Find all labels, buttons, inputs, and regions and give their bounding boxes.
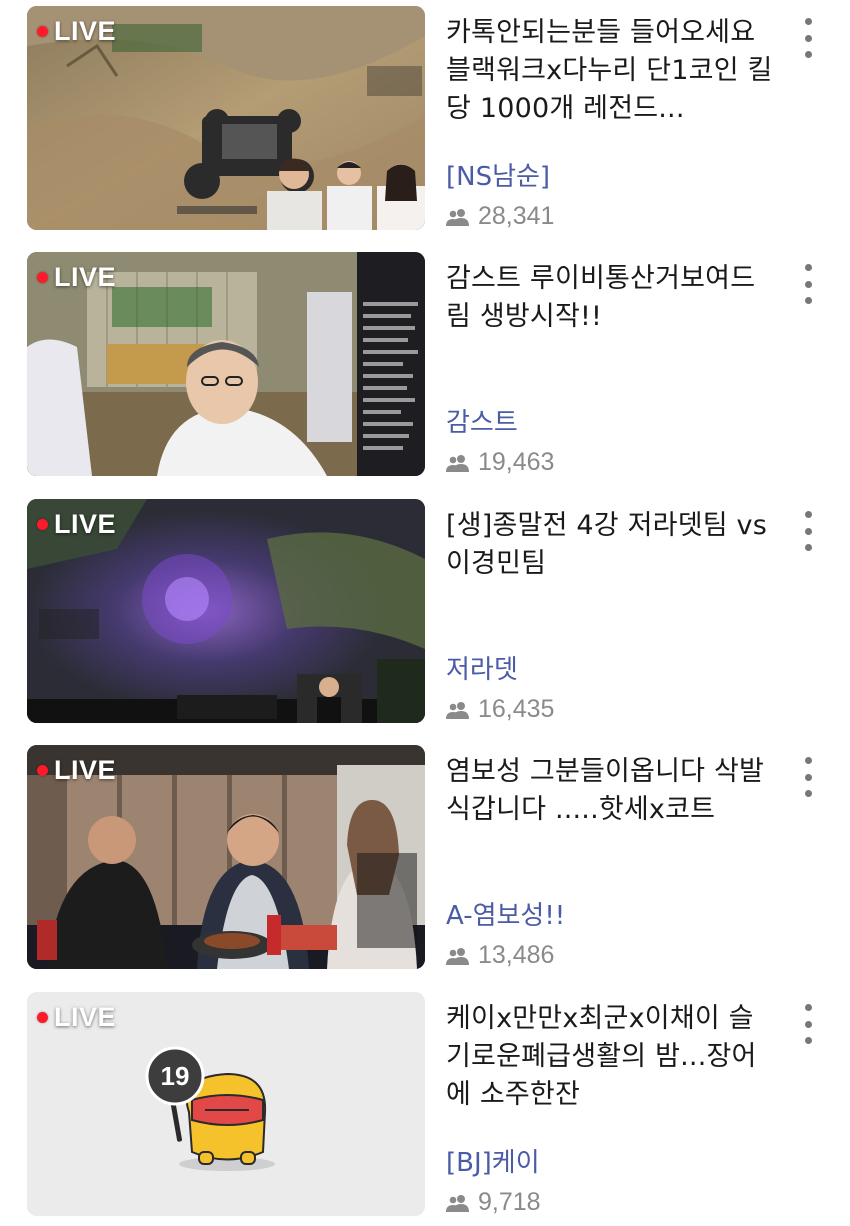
channel-name[interactable]: [BJ]케이 [446,1142,540,1179]
red-dot-icon [37,1012,48,1023]
viewer-count-value: 28,341 [478,202,555,230]
channel-name[interactable]: [NS남순] [446,156,550,193]
red-dot-icon [37,765,48,776]
viewer-count-value: 16,435 [478,695,555,723]
red-dot-icon [37,519,48,530]
more-vertical-icon[interactable] [796,1004,820,1044]
more-vertical-icon[interactable] [796,757,820,797]
more-vertical-icon[interactable] [796,264,820,304]
more-vertical-icon[interactable] [796,18,820,58]
red-dot-icon [37,272,48,283]
channel-name[interactable]: 감스트 [446,402,518,439]
live-label: LIVE [54,16,117,46]
viewer-count-value: 9,718 [478,1188,541,1216]
live-badge: LIVE [37,16,116,47]
live-badge: LIVE [37,755,116,786]
viewer-count-value: 13,486 [478,941,555,969]
people-icon [446,701,469,719]
people-icon [446,947,469,965]
live-badge: LIVE [37,509,116,540]
people-icon [446,208,469,226]
red-dot-icon [37,26,48,37]
live-label: LIVE [54,755,117,785]
people-icon [446,1194,469,1212]
channel-name[interactable]: 저라뎃 [446,649,518,686]
stream-item[interactable]: 19 LIVE 케이x만만x최군x이채이 슬기로운폐급생활의 밤...장어에 소… [0,992,850,1222]
live-badge: LIVE [37,262,116,293]
viewer-count: 13,486 [446,941,554,970]
stream-thumbnail[interactable]: LIVE [27,745,425,969]
viewer-count: 9,718 [446,1188,541,1217]
age-rating-badge: 19 [160,1061,190,1091]
viewer-count: 19,463 [446,448,554,477]
viewer-count: 16,435 [446,695,554,724]
stream-title[interactable]: 염보성 그분들이옵니다 삭발식갑니다 .....핫세x코트 [446,753,776,829]
stream-thumbnail[interactable]: LIVE [27,499,425,723]
viewer-count-value: 19,463 [478,448,555,476]
more-vertical-icon[interactable] [796,511,820,551]
stream-title[interactable]: 감스트 루이비통산거보여드림 생방시작!! [446,260,776,336]
stream-item[interactable]: LIVE 염보성 그분들이옵니다 삭발식갑니다 .....핫세x코트 A-염보성… [0,745,850,975]
stream-title[interactable]: 카톡안되는분들 들어오세요 블랙워크x다누리 단1코인 킬당 1000개 레전드… [446,14,776,128]
live-badge: LIVE [37,1002,116,1033]
viewer-count: 28,341 [446,202,554,231]
stream-item[interactable]: LIVE 감스트 루이비통산거보여드림 생방시작!! 감스트 19,463 [0,252,850,482]
live-label: LIVE [54,1002,117,1032]
live-label: LIVE [54,509,117,539]
live-label: LIVE [54,262,117,292]
live-stream-list: LIVE 카톡안되는분들 들어오세요 블랙워크x다누리 단1코인 킬당 1000… [0,0,850,1226]
stream-item[interactable]: LIVE [생]종말전 4강 저라뎃팀 vs 이경민팀 저라뎃 16,435 [0,499,850,729]
stream-thumbnail[interactable]: LIVE [27,6,425,230]
stream-item[interactable]: LIVE 카톡안되는분들 들어오세요 블랙워크x다누리 단1코인 킬당 1000… [0,6,850,236]
stream-thumbnail[interactable]: 19 LIVE [27,992,425,1216]
stream-title[interactable]: 케이x만만x최군x이채이 슬기로운폐급생활의 밤...장어에 소주한잔 [446,1000,776,1114]
stream-thumbnail[interactable]: LIVE [27,252,425,476]
people-icon [446,454,469,472]
stream-title[interactable]: [생]종말전 4강 저라뎃팀 vs 이경민팀 [446,507,776,583]
channel-name[interactable]: A-염보성!! [446,895,565,932]
